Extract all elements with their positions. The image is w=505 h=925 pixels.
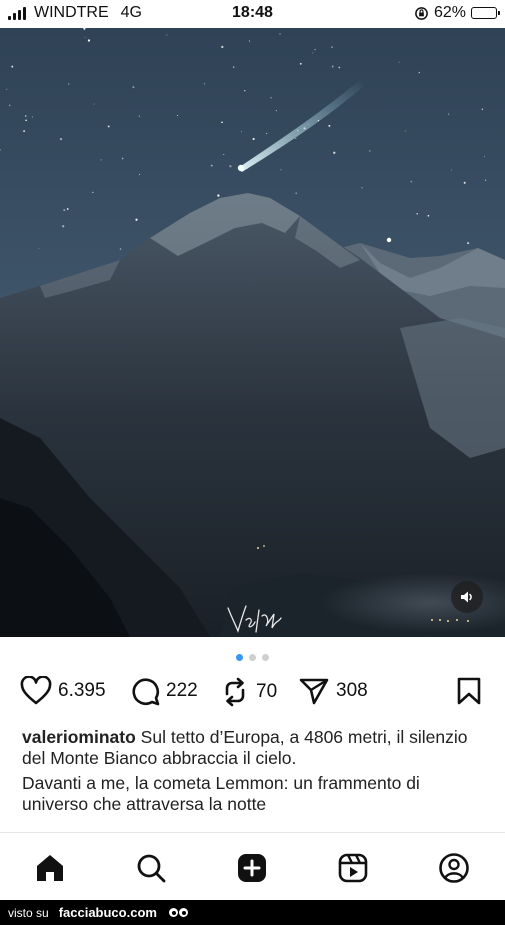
caption-text-line2: Davanti a me, la cometa Lemmon: un framm…: [22, 773, 420, 814]
mountain-comet-image: [0, 28, 505, 637]
battery-percent: 62%: [433, 4, 466, 21]
repost-count: 70: [256, 681, 278, 702]
post-actions: 6.395 222 70 308: [0, 676, 505, 712]
carousel-dot: [249, 654, 256, 661]
watermark-bar: visto su facciabuco.com: [0, 900, 505, 925]
nav-create[interactable]: [235, 851, 269, 885]
mute-button[interactable]: [451, 581, 483, 613]
home-icon: [37, 855, 63, 881]
comment-action[interactable]: 222: [130, 676, 198, 706]
repost-action[interactable]: 70: [220, 676, 277, 708]
nav-search[interactable]: [134, 851, 168, 885]
heart-icon: [20, 676, 52, 705]
status-bar: WINDTRE 4G 18:48 62%: [0, 0, 505, 28]
send-icon: [299, 678, 329, 705]
repost-icon: [225, 677, 245, 707]
nav-reels[interactable]: [336, 851, 370, 885]
share-count: 308: [336, 680, 368, 701]
search-icon: [137, 854, 166, 883]
watermark-prefix: visto su: [8, 905, 49, 920]
volume-icon: [461, 591, 472, 603]
reels-icon: [338, 853, 368, 883]
save-button[interactable]: [456, 676, 482, 706]
caption-username[interactable]: valeriominato: [22, 727, 136, 747]
bottom-nav: [0, 832, 505, 901]
comet-head: [237, 164, 245, 172]
comment-icon: [132, 678, 160, 706]
post-photo[interactable]: [0, 28, 505, 637]
share-action[interactable]: 308: [298, 676, 368, 706]
post-caption: valeriominato Sul tetto d’Europa, a 4806…: [22, 727, 482, 819]
create-icon: [238, 854, 266, 882]
bookmark-icon: [457, 677, 481, 705]
comment-count: 222: [166, 680, 198, 701]
nav-home[interactable]: [33, 851, 67, 885]
nav-profile[interactable]: [437, 851, 471, 885]
battery-icon: [471, 7, 500, 19]
status-right: 62%: [414, 4, 500, 22]
carousel-dot: [262, 654, 269, 661]
profile-icon: [439, 853, 469, 883]
eyes-icon: [168, 908, 188, 917]
watermark-site: facciabuco.com: [58, 905, 157, 920]
carousel-dot: [236, 654, 243, 661]
carousel-indicator: [0, 654, 505, 661]
like-count: 6.395: [58, 680, 106, 701]
like-action[interactable]: 6.395: [20, 676, 106, 706]
orientation-lock-icon: [415, 6, 428, 20]
